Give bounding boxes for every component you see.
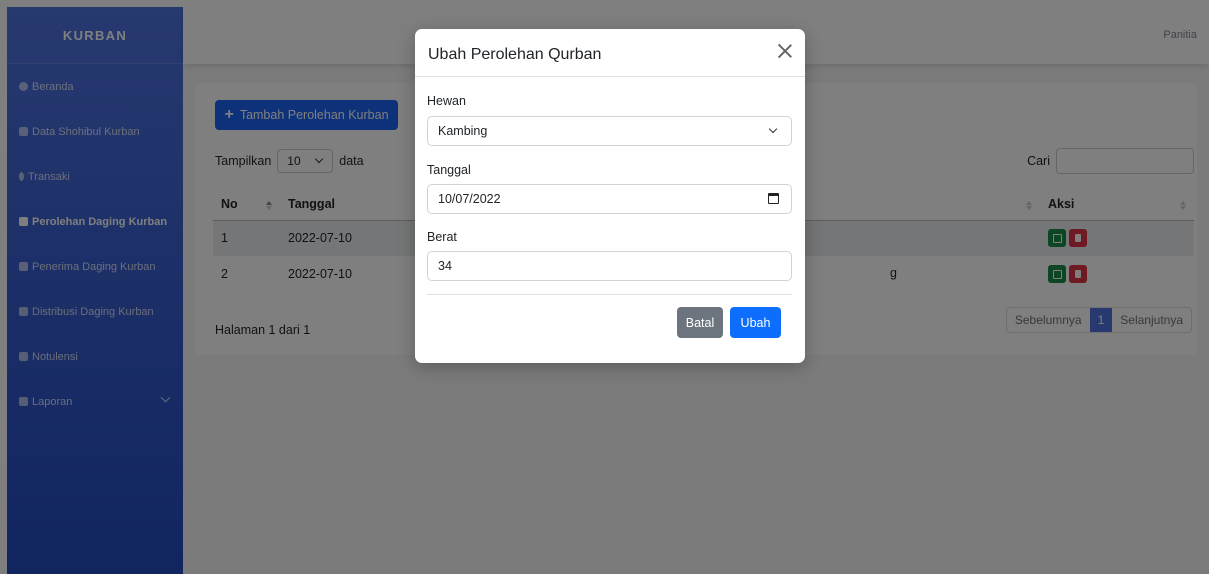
modal-header: Ubah Perolehan Qurban — [415, 29, 805, 77]
close-icon[interactable] — [777, 43, 793, 59]
modal-title: Ubah Perolehan Qurban — [428, 46, 602, 63]
tanggal-value: 10/07/2022 — [438, 192, 501, 206]
berat-label: Berat — [427, 230, 457, 244]
chevron-down-icon — [768, 124, 778, 134]
hewan-label: Hewan — [427, 94, 466, 108]
submit-button[interactable]: Ubah — [730, 307, 781, 338]
edit-modal: Ubah Perolehan Qurban Hewan Kambing Tang… — [415, 29, 805, 363]
tanggal-input[interactable]: 10/07/2022 — [427, 184, 792, 214]
calendar-icon[interactable] — [768, 193, 779, 204]
tanggal-label: Tanggal — [427, 163, 471, 177]
modal-divider — [427, 294, 792, 295]
cancel-button[interactable]: Batal — [677, 307, 723, 338]
hewan-select[interactable]: Kambing — [427, 116, 792, 146]
hewan-value: Kambing — [438, 124, 488, 138]
berat-input[interactable]: 34 — [427, 251, 792, 281]
berat-value: 34 — [438, 259, 452, 273]
